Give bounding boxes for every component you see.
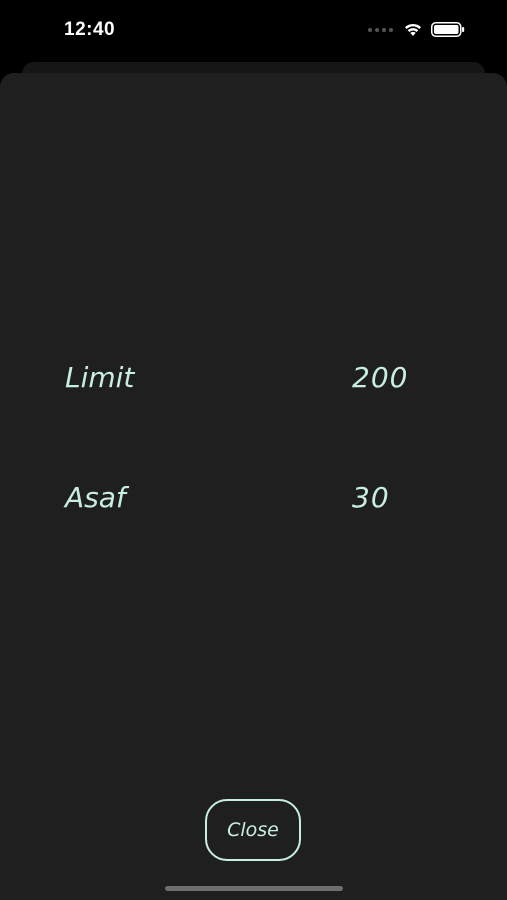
row-value: 200 bbox=[352, 361, 409, 394]
close-button[interactable]: Close bbox=[205, 799, 301, 861]
modal-sheet: Limit 200 Asaf 30 Close bbox=[0, 73, 507, 900]
row-value: 30 bbox=[352, 481, 390, 514]
status-icons bbox=[368, 22, 465, 37]
battery-icon bbox=[431, 22, 465, 37]
app-screen: 12:40 Limit 200 Asaf 30 Close bbox=[0, 0, 507, 900]
wifi-icon bbox=[405, 23, 421, 36]
row-label: Limit bbox=[65, 361, 135, 394]
status-time: 12:40 bbox=[64, 19, 116, 40]
signal-dots-icon bbox=[368, 27, 393, 32]
home-indicator bbox=[165, 886, 343, 891]
list-item-limit: Limit 200 bbox=[0, 353, 507, 403]
list-item-asaf: Asaf 30 bbox=[0, 473, 507, 523]
row-label: Asaf bbox=[65, 481, 126, 514]
status-bar: 12:40 bbox=[0, 0, 507, 62]
